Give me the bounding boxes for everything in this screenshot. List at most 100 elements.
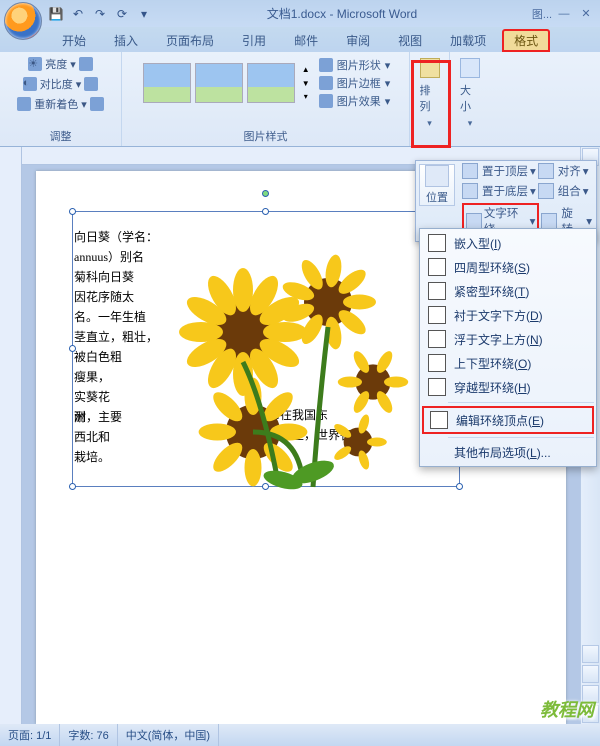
resize-handle[interactable] (456, 483, 463, 490)
picture-border-button[interactable]: 图片边框 ▾ (319, 74, 391, 92)
wrap-topbottom-icon (428, 354, 446, 372)
pic-shape-icon (319, 58, 333, 72)
group-picture-styles: ▲ ▼ ▾ 图片形状 ▾ 图片边框 ▾ 图片效果 ▾ 图片样式 (122, 52, 410, 146)
resize-handle[interactable] (69, 345, 76, 352)
repeat-icon[interactable]: ⟳ (114, 6, 130, 22)
style-thumb[interactable] (143, 63, 191, 103)
word-count[interactable]: 字数: 76 (60, 724, 117, 746)
reset-pic-icon[interactable] (90, 97, 104, 111)
qat-more-icon[interactable]: ▾ (136, 6, 152, 22)
arrange-button[interactable]: 排列 (414, 54, 446, 133)
gallery-more-icon[interactable]: ▾ (299, 92, 313, 101)
size-button[interactable]: 大小 (454, 54, 486, 133)
group-arrange: 排列 (410, 52, 450, 146)
picture-shape-button[interactable]: 图片形状 ▾ (319, 56, 391, 74)
group-adjust: ☀亮度 ▾ ◐对比度 ▾ 重新着色 ▾ 调整 (0, 52, 122, 146)
tab-addins[interactable]: 加载项 (438, 29, 498, 52)
resize-handle[interactable] (262, 208, 269, 215)
resize-handle[interactable] (69, 208, 76, 215)
resize-handle[interactable] (69, 483, 76, 490)
position-button[interactable]: 位置 (419, 164, 455, 206)
tab-references[interactable]: 引用 (230, 29, 278, 52)
arrange-icon (420, 58, 440, 78)
prev-page-button[interactable] (582, 665, 599, 683)
group-styles-label: 图片样式 (244, 126, 288, 144)
tab-view[interactable]: 视图 (386, 29, 434, 52)
page-indicator[interactable]: 页面: 1/1 (0, 724, 60, 746)
tab-insert[interactable]: 插入 (102, 29, 150, 52)
wrap-more-options[interactable]: 其他布局选项(L)... (422, 441, 594, 464)
office-button[interactable] (4, 2, 42, 40)
window-title: 文档1.docx - Microsoft Word (152, 5, 532, 22)
group-adjust-label: 调整 (50, 126, 72, 144)
picture-effects-button[interactable]: 图片效果 ▾ (319, 92, 391, 110)
group-button[interactable]: 组合 (558, 183, 581, 199)
wrap-tight-icon (428, 282, 446, 300)
vertical-ruler[interactable] (0, 147, 22, 724)
wrap-square-icon (428, 258, 446, 276)
undo-icon[interactable]: ↶ (70, 6, 86, 22)
picture-frame[interactable] (72, 211, 460, 487)
gallery-up-icon[interactable]: ▲ (299, 65, 313, 74)
resize-handle[interactable] (262, 483, 269, 490)
send-back-button[interactable]: 置于底层 (482, 183, 528, 199)
wrap-square[interactable]: 四周型环绕(S) (422, 255, 594, 279)
recolor-button[interactable]: 重新着色 ▾ (17, 94, 104, 114)
watermark: 教程网 (540, 696, 594, 722)
change-pic-icon[interactable] (84, 77, 98, 91)
group-icon (538, 183, 554, 199)
wrap-inline[interactable]: 嵌入型(I) (422, 231, 594, 255)
text-wrap-icon (466, 213, 482, 229)
scroll-down-button[interactable] (582, 645, 599, 663)
style-gallery[interactable]: ▲ ▼ ▾ (139, 59, 317, 107)
sunflower-image (163, 232, 423, 492)
status-bar: 页面: 1/1 字数: 76 中文(简体，中国) (0, 724, 600, 746)
rotate-handle[interactable] (262, 190, 269, 197)
pic-effects-icon (319, 94, 333, 108)
send-back-icon (462, 183, 478, 199)
bring-front-icon (462, 163, 478, 179)
redo-icon[interactable]: ↷ (92, 6, 108, 22)
wrap-through-icon (428, 378, 446, 396)
chevron-down-icon (427, 118, 432, 129)
contrast-button[interactable]: ◐对比度 ▾ (23, 74, 99, 94)
chevron-down-icon (468, 118, 473, 129)
wrap-tight[interactable]: 紧密型环绕(T) (422, 279, 594, 303)
wrap-inline-icon (428, 234, 446, 252)
wrap-through[interactable]: 穿越型环绕(H) (422, 375, 594, 399)
tab-format[interactable]: 格式 (502, 29, 550, 52)
bring-front-button[interactable]: 置于顶层 (482, 163, 528, 179)
tab-mailings[interactable]: 邮件 (282, 29, 330, 52)
wrap-front-icon (428, 330, 446, 348)
rotate-icon (541, 213, 557, 229)
style-thumb[interactable] (247, 63, 295, 103)
save-icon[interactable]: 💾 (48, 6, 64, 22)
wrap-edit-icon (430, 411, 448, 429)
recolor-icon (17, 97, 31, 111)
align-icon (538, 163, 554, 179)
style-thumb[interactable] (195, 63, 243, 103)
ribbon-tabs: 开始 插入 页面布局 引用 邮件 审阅 视图 加载项 格式 (0, 27, 600, 52)
compress-icon[interactable] (79, 57, 93, 71)
group-size: 大小 (450, 52, 490, 146)
wrap-front[interactable]: 浮于文字上方(N) (422, 327, 594, 351)
ribbon: ☀亮度 ▾ ◐对比度 ▾ 重新着色 ▾ 调整 ▲ ▼ ▾ 图片形状 ▾ 图片边框… (0, 52, 600, 147)
window-buttons: 图... — ✕ (532, 6, 596, 22)
tab-pagelayout[interactable]: 页面布局 (154, 29, 226, 52)
language-indicator[interactable]: 中文(简体，中国) (118, 724, 219, 746)
gallery-down-icon[interactable]: ▼ (299, 79, 313, 88)
wrap-topbottom[interactable]: 上下型环绕(O) (422, 351, 594, 375)
title-bar: 💾 ↶ ↷ ⟳ ▾ 文档1.docx - Microsoft Word 图...… (0, 0, 600, 27)
contrast-icon: ◐ (23, 77, 37, 91)
align-button[interactable]: 对齐 (558, 163, 581, 179)
close-button[interactable]: ✕ (576, 6, 596, 22)
brightness-icon: ☀ (28, 57, 42, 71)
minimize-button[interactable]: — (554, 6, 574, 22)
context-tab-hint: 图... (532, 6, 552, 22)
wrap-behind[interactable]: 衬于文字下方(D) (422, 303, 594, 327)
tab-home[interactable]: 开始 (50, 29, 98, 52)
wrap-edit-points[interactable]: 编辑环绕顶点(E) (422, 406, 594, 434)
tab-review[interactable]: 审阅 (334, 29, 382, 52)
quick-access-toolbar: 💾 ↶ ↷ ⟳ ▾ (48, 6, 152, 22)
brightness-button[interactable]: ☀亮度 ▾ (28, 54, 93, 74)
